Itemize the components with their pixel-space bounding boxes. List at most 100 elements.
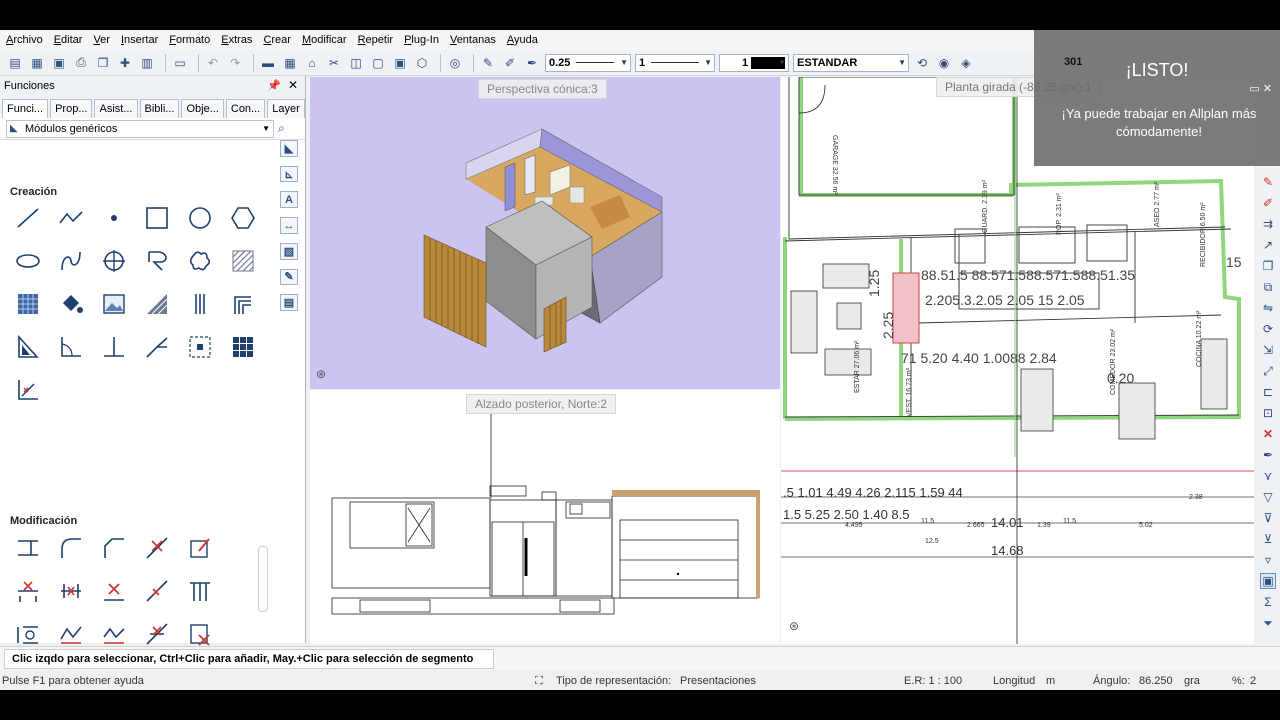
new-file-icon[interactable]: ▤: [6, 54, 24, 72]
connect-tool-icon[interactable]: [135, 569, 178, 612]
redo-icon[interactable]: ↷: [226, 54, 244, 72]
matrix-tool-icon[interactable]: [221, 325, 264, 368]
side-image-icon[interactable]: ▧: [280, 242, 298, 260]
measure-icon[interactable]: ▬: [259, 54, 277, 72]
print-icon[interactable]: ⎙: [72, 54, 90, 72]
ellipse-tool-icon[interactable]: [6, 239, 49, 282]
line-type-select[interactable]: 1 ▼: [635, 53, 715, 72]
mirror-icon[interactable]: ⇋: [1260, 300, 1276, 316]
tab-functions[interactable]: Funci...: [2, 99, 49, 118]
filter-layer-icon[interactable]: ▿: [1260, 552, 1276, 568]
pattern-tool-icon[interactable]: [6, 282, 49, 325]
bitmap-tool-icon[interactable]: [92, 282, 135, 325]
side-triangle-icon[interactable]: ◣: [280, 140, 298, 157]
menu-ventanas[interactable]: Ventanas: [450, 34, 496, 46]
polygon-tool-icon[interactable]: [221, 196, 264, 239]
parallel-lines-tool-icon[interactable]: [178, 282, 221, 325]
fill-tool-icon[interactable]: [49, 282, 92, 325]
column-tool-icon[interactable]: [178, 569, 221, 612]
stretch-icon[interactable]: ⇲: [1260, 342, 1276, 358]
trim-tool-icon[interactable]: [6, 526, 49, 569]
cut-icon[interactable]: ✂: [325, 54, 343, 72]
pen-thickness-select[interactable]: 0.25 ▼: [545, 53, 631, 72]
window-icon[interactable]: ▢: [369, 54, 387, 72]
paste-icon[interactable]: ✚: [116, 54, 134, 72]
filter-down-icon[interactable]: ⋎: [1260, 468, 1276, 484]
point-tool-icon[interactable]: [92, 196, 135, 239]
duplicate-icon[interactable]: ⧉: [1260, 279, 1276, 295]
menu-formato[interactable]: Formato: [169, 34, 210, 46]
pipette-icon[interactable]: ✒: [1260, 447, 1276, 463]
menu-editar[interactable]: Editar: [54, 34, 83, 46]
menu-insertar[interactable]: Insertar: [121, 34, 158, 46]
cube-icon[interactable]: ⬡: [413, 54, 431, 72]
grid-icon[interactable]: ▦: [281, 54, 299, 72]
open-file-icon[interactable]: ▦: [28, 54, 46, 72]
panel-scrollbar[interactable]: [258, 546, 268, 612]
area-tool-icon[interactable]: [135, 282, 178, 325]
pen-icon[interactable]: ✎: [479, 54, 497, 72]
edit-icon[interactable]: ⊡: [1260, 405, 1276, 421]
offset-icon[interactable]: ⊏: [1260, 384, 1276, 400]
percent-value[interactable]: 2: [1250, 675, 1256, 687]
filter-icon[interactable]: ▽: [1260, 489, 1276, 505]
bisector-tool-icon[interactable]: [135, 325, 178, 368]
undo-icon[interactable]: ↶: [204, 54, 222, 72]
polyline-tool-icon[interactable]: [49, 196, 92, 239]
offset-tool-icon[interactable]: [221, 282, 264, 325]
rectangle-tool-icon[interactable]: [135, 196, 178, 239]
representation-icon[interactable]: ⛶: [535, 675, 543, 688]
scale-icon[interactable]: ⤢: [1260, 363, 1276, 379]
tab-layer[interactable]: Layer: [267, 99, 305, 118]
window-controls-icon[interactable]: ▭ ✕: [1249, 82, 1272, 95]
delete-segment-tool-icon[interactable]: [135, 526, 178, 569]
edit-element-tool-icon[interactable]: [178, 526, 221, 569]
menu-archivo[interactable]: Archivo: [6, 34, 43, 46]
filter-active-icon[interactable]: ▣: [1260, 573, 1276, 589]
contour-tool-icon[interactable]: [135, 239, 178, 282]
filter-options-icon[interactable]: ⊽: [1260, 510, 1276, 526]
sum-icon[interactable]: Σ: [1260, 594, 1276, 610]
chamfer-tool-icon[interactable]: [92, 526, 135, 569]
split-tool-icon[interactable]: [6, 569, 49, 612]
zoom-icon[interactable]: ◎: [446, 54, 464, 72]
side-dimension-icon[interactable]: ⊾: [280, 165, 298, 183]
rotate-icon[interactable]: ⟳: [1260, 321, 1276, 337]
menu-repetir[interactable]: Repetir: [358, 34, 393, 46]
side-text-icon[interactable]: A: [280, 191, 298, 209]
move-icon[interactable]: ↗: [1260, 237, 1276, 253]
grid-points-tool-icon[interactable]: [178, 325, 221, 368]
circle-tool-icon[interactable]: [178, 196, 221, 239]
search-icon[interactable]: ⌕: [278, 121, 285, 136]
eyedropper-icon[interactable]: ✒: [523, 54, 541, 72]
menu-crear[interactable]: Crear: [263, 34, 291, 46]
side-edit-icon[interactable]: ✎: [280, 268, 298, 286]
scale-value[interactable]: E.R: 1 : 100: [904, 675, 962, 687]
delete-intersection-tool-icon[interactable]: [92, 569, 135, 612]
funnel-icon[interactable]: ⏷: [1260, 615, 1276, 631]
draw-icon[interactable]: ✎: [1260, 174, 1276, 190]
tab-connect[interactable]: Con...: [225, 99, 266, 118]
brush-icon[interactable]: ✐: [501, 54, 519, 72]
length-unit[interactable]: m: [1046, 675, 1055, 687]
arrows-icon[interactable]: ⇉: [1260, 216, 1276, 232]
color-select[interactable]: 1 ▼: [719, 53, 789, 72]
perpendicular-tool-icon[interactable]: [92, 325, 135, 368]
angle-value[interactable]: 86.250: [1139, 675, 1173, 687]
delete-icon[interactable]: ✕: [1260, 426, 1276, 442]
menu-ver[interactable]: Ver: [93, 34, 110, 46]
hatch-tool-icon[interactable]: [221, 239, 264, 282]
side-measure-icon[interactable]: ↔: [280, 217, 298, 234]
tab-properties[interactable]: Prop...: [50, 99, 93, 118]
module-select[interactable]: ◣ Módulos genéricos ▼: [6, 119, 274, 138]
viewport-navigation-icon[interactable]: ⊛: [789, 619, 805, 635]
line-tool-icon[interactable]: [6, 196, 49, 239]
pencil-icon[interactable]: ✐: [1260, 195, 1276, 211]
spline-tool-icon[interactable]: [49, 239, 92, 282]
cloud-tool-icon[interactable]: [178, 239, 221, 282]
angle-unit[interactable]: gra: [1184, 675, 1200, 687]
roof-icon[interactable]: ⌂: [303, 54, 321, 72]
tab-objects[interactable]: Obje...: [181, 99, 224, 118]
layer-visibility-icon[interactable]: ◉: [935, 54, 953, 72]
filter-selection-icon[interactable]: ⊻: [1260, 531, 1276, 547]
